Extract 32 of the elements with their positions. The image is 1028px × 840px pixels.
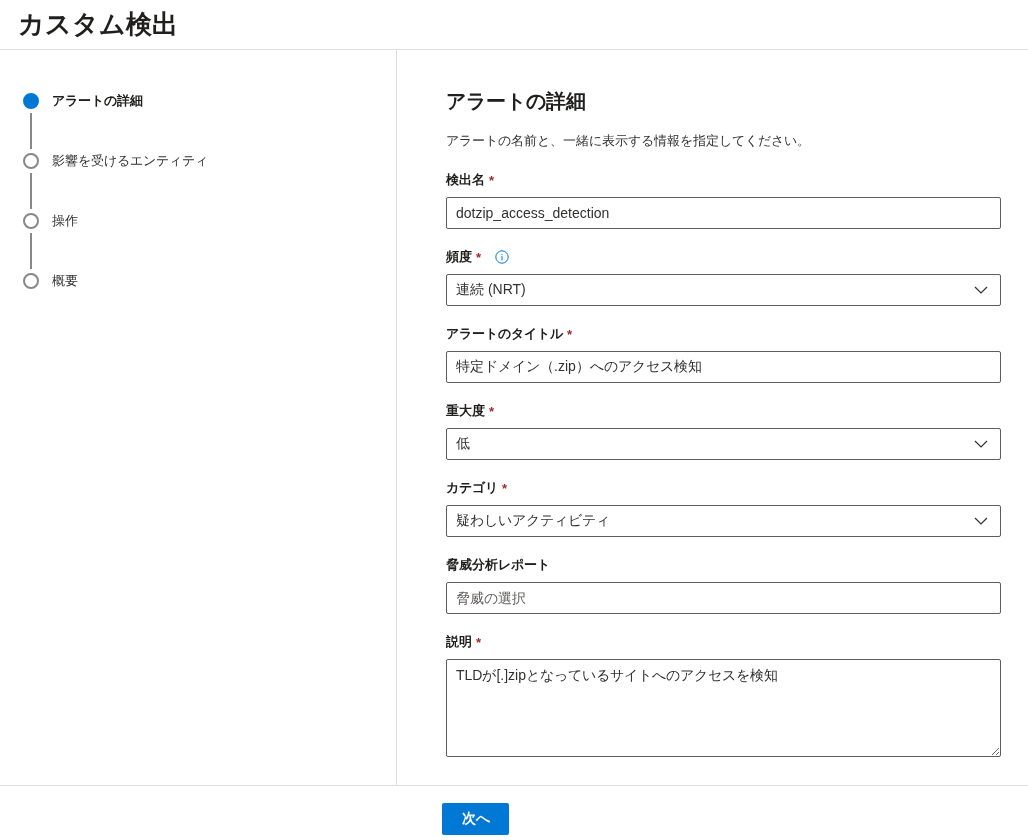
field-label: 検出名 <box>446 171 485 189</box>
required-asterisk: * <box>476 249 482 265</box>
step-label[interactable]: アラートの詳細 <box>52 92 143 110</box>
section-description: アラートの名前と、一緒に表示する情報を指定してください。 <box>446 133 811 150</box>
required-asterisk: * <box>567 326 573 342</box>
text-field[interactable]: dotzip_access_detection <box>446 197 1001 229</box>
text-field[interactable]: 特定ドメイン（.zip）へのアクセス検知 <box>446 351 1001 383</box>
chevron-down-icon <box>974 517 988 525</box>
required-asterisk: * <box>476 634 482 650</box>
field-label: 説明 <box>446 633 472 651</box>
field-label: 頻度 <box>446 248 472 266</box>
text-area[interactable]: TLDが[.]zipとなっているサイトへのアクセスを検知 <box>446 659 1001 757</box>
chevron-down-icon <box>974 440 988 448</box>
step-label[interactable]: 影響を受けるエンティティ <box>52 152 208 170</box>
dropdown[interactable]: 低 <box>446 428 1001 460</box>
required-asterisk: * <box>502 480 508 496</box>
step-label[interactable]: 概要 <box>52 272 78 290</box>
dropdown[interactable]: 連続 (NRT) <box>446 274 1001 306</box>
page-title: カスタム検出 <box>18 8 178 41</box>
section-heading: アラートの詳細 <box>446 89 587 114</box>
chevron-down-icon <box>974 286 988 294</box>
dropdown[interactable]: 疑わしいアクティビティ <box>446 505 1001 537</box>
required-asterisk: * <box>489 403 495 419</box>
text-field[interactable]: 脅威の選択 <box>446 582 1001 614</box>
info-icon[interactable] <box>495 250 510 264</box>
field-label: カテゴリ <box>446 479 498 497</box>
field-label: 重大度 <box>446 402 485 420</box>
required-asterisk: * <box>489 172 495 188</box>
step-label[interactable]: 操作 <box>52 212 78 230</box>
field-label: アラートのタイトル <box>446 325 563 343</box>
next-button[interactable]: 次へ <box>442 803 509 835</box>
field-label: 脅威分析レポート <box>446 556 550 574</box>
